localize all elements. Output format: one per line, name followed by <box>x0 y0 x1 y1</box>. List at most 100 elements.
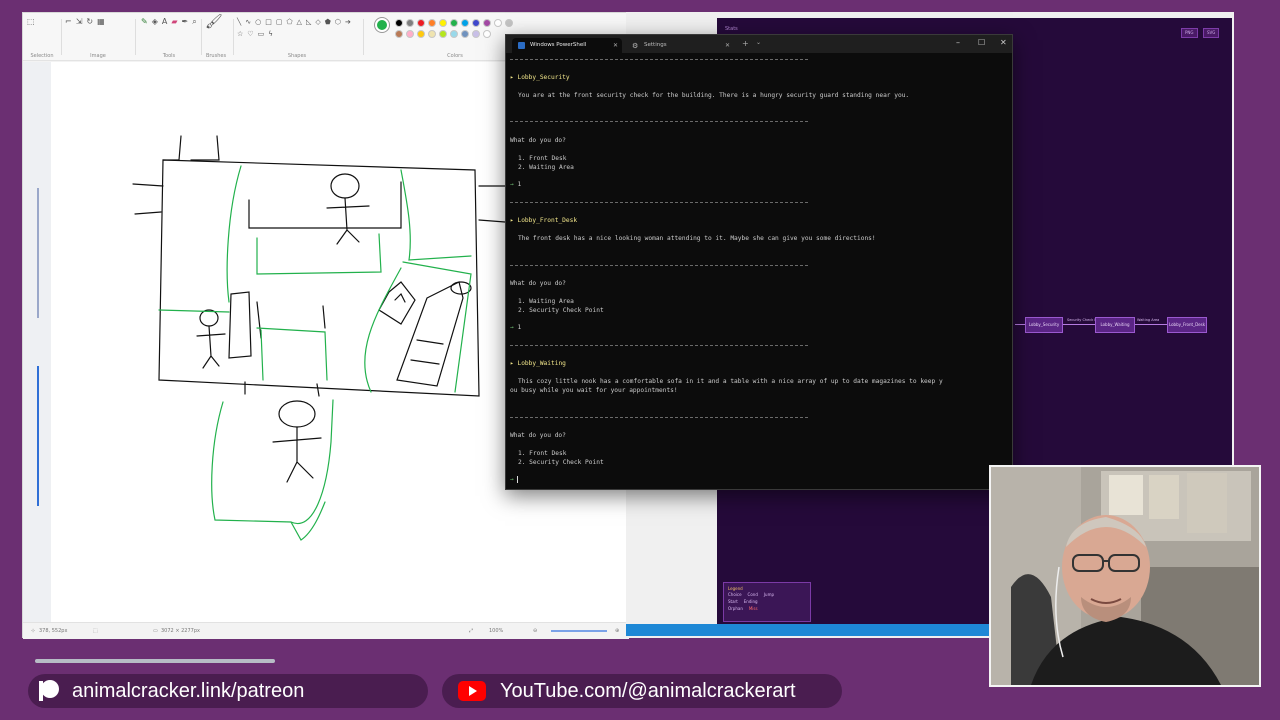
graph-legend: Legend Choice Cond Jump Start Ending Orp… <box>723 582 811 622</box>
shapes-group[interactable]: ╲ ∿ ○ □ ▢ ⬠ △ ◺ ◇ ⬟ ⬡ ➔ ☆ ♡ ▭ ϟ Shapes <box>237 17 357 59</box>
ribbon-divider <box>135 19 136 55</box>
stats-label[interactable]: Stats <box>725 26 738 32</box>
select-icon[interactable]: ⬚ <box>27 17 35 27</box>
image-select-icon[interactable]: ▦ <box>97 17 105 27</box>
maximize-icon[interactable]: ☐ <box>978 38 985 47</box>
eraser-icon[interactable]: ▰ <box>171 17 177 27</box>
brush-size-slider[interactable] <box>29 172 47 517</box>
powershell-window[interactable]: Windows PowerShell ✕ ⚙ Settings ✕ + ⌄ – … <box>505 34 1013 493</box>
callout-shape-icon[interactable]: ▭ <box>258 29 265 39</box>
brushes-group[interactable]: 🖌 Brushes <box>205 15 227 59</box>
selection-label: Selection <box>30 53 54 59</box>
graph-edge <box>1015 324 1025 325</box>
chevron-down-icon[interactable]: ⌄ <box>756 39 761 46</box>
magnifier-icon[interactable]: ⌕ <box>192 17 196 27</box>
room-header: ▸ Lobby_Waiting <box>510 360 566 367</box>
polygon-shape-icon[interactable]: ⬠ <box>286 17 292 27</box>
divider <box>510 417 808 418</box>
zoom-out-icon[interactable]: ⊖ <box>533 628 537 634</box>
legend-item: Orphan <box>728 606 743 611</box>
youtube-banner[interactable]: YouTube.com/@animalcrackerart <box>442 674 842 708</box>
color-picker-icon[interactable]: ✒ <box>182 17 189 27</box>
brushes-label: Brushes <box>205 53 227 59</box>
roundrect-shape-icon[interactable]: ▢ <box>276 17 283 27</box>
rotate-icon[interactable]: ↻ <box>86 17 93 27</box>
legend-item: Start <box>728 599 738 604</box>
tab-settings[interactable]: ⚙ Settings ✕ <box>626 38 734 53</box>
room-description: The front desk has a nice looking woman … <box>518 235 876 242</box>
zoom-slider[interactable] <box>551 630 607 632</box>
cursor-position: 378, 552px <box>39 628 68 634</box>
room-marker-icon: ▸ <box>510 360 514 367</box>
option: 1. Front Desk <box>518 155 567 162</box>
ribbon-divider <box>233 19 234 55</box>
option: 1. Waiting Area <box>518 298 574 305</box>
fit-icon[interactable]: ⤢ <box>469 628 473 634</box>
option: 2. Security Check Point <box>518 459 604 466</box>
tab-powershell[interactable]: Windows PowerShell ✕ <box>512 38 622 53</box>
ribbon-divider <box>201 19 202 55</box>
ribbon-divider <box>61 19 62 55</box>
terminal-titlebar[interactable]: Windows PowerShell ✕ ⚙ Settings ✕ + ⌄ – … <box>506 35 1012 53</box>
diamond-shape-icon[interactable]: ◇ <box>315 17 320 27</box>
fill-icon[interactable]: ◈ <box>152 17 158 27</box>
hexagon-shape-icon[interactable]: ⬡ <box>335 17 341 27</box>
crop-icon[interactable]: ⌐ <box>65 17 72 27</box>
lightning-shape-icon[interactable]: ϟ <box>268 29 273 39</box>
close-tab-icon[interactable]: ✕ <box>725 38 730 53</box>
current-color-swatch[interactable] <box>375 18 389 32</box>
webcam-feed <box>989 465 1261 687</box>
selection-group[interactable]: ⬚ Selection <box>27 17 57 59</box>
youtube-link[interactable]: YouTube.com/@animalcrackerart <box>500 674 796 708</box>
zoom-in-icon[interactable]: ⊕ <box>615 628 619 634</box>
close-tab-icon[interactable]: ✕ <box>613 38 618 53</box>
pentagon-shape-icon[interactable]: ⬟ <box>325 17 331 27</box>
tools-group[interactable]: ✎ ◈ A ▰ ✒ ⌕ Tools <box>141 17 197 59</box>
graph-edge <box>1135 324 1167 325</box>
heart-shape-icon[interactable]: ♡ <box>247 29 253 39</box>
righttri-shape-icon[interactable]: ◺ <box>306 17 311 27</box>
question: What do you do? <box>510 432 566 439</box>
gear-icon: ⚙ <box>632 42 639 50</box>
legend-item: Miss <box>748 606 758 611</box>
legend-item: Choice <box>728 592 742 597</box>
webcam-image <box>991 467 1259 685</box>
patreon-banner[interactable]: animalcracker.link/patreon <box>28 674 428 708</box>
curve-shape-icon[interactable]: ∿ <box>245 17 251 27</box>
image-group[interactable]: ⌐ ⇲ ↻ ▦ Image <box>65 17 131 59</box>
divider <box>510 345 808 346</box>
colors-label: Colors <box>447 53 463 59</box>
graph-node[interactable]: Lobby_Waiting <box>1095 317 1135 333</box>
triangle-shape-icon[interactable]: △ <box>297 17 302 27</box>
patreon-link[interactable]: animalcracker.link/patreon <box>72 674 304 708</box>
input-line[interactable]: → <box>510 476 523 483</box>
pencil-icon[interactable]: ✎ <box>141 17 148 27</box>
zoom-level[interactable]: 100% <box>489 628 503 634</box>
star-shape-icon[interactable]: ☆ <box>237 29 243 39</box>
close-icon[interactable]: ✕ <box>1000 38 1007 47</box>
patreon-icon <box>39 680 59 701</box>
line-shape-icon[interactable]: ╲ <box>237 17 241 27</box>
oval-shape-icon[interactable]: ○ <box>255 17 261 27</box>
opacity-track[interactable] <box>37 366 39 506</box>
resize-icon[interactable]: ⇲ <box>76 17 83 27</box>
room-description: This cozy little nook has a comfortable … <box>518 378 943 385</box>
terminal-output[interactable]: ▸ Lobby_Security You are at the front se… <box>508 55 1008 493</box>
legend-item: Jump <box>763 592 775 597</box>
image-label: Image <box>90 53 106 59</box>
graph-node[interactable]: Lobby_Front_Desk <box>1167 317 1207 333</box>
graph-node[interactable]: Lobby_Security <box>1025 317 1063 333</box>
size-track[interactable] <box>37 188 39 318</box>
edge-label: Waiting Area <box>1137 318 1160 322</box>
brush-icon[interactable]: 🖌 <box>205 15 223 29</box>
divider <box>510 202 808 203</box>
text-icon[interactable]: A <box>162 17 167 27</box>
export-png-button[interactable]: PNG <box>1181 28 1198 38</box>
minimize-icon[interactable]: – <box>956 38 960 47</box>
arrow-shape-icon[interactable]: ➔ <box>345 17 351 27</box>
horizontal-scrollbar[interactable] <box>35 659 275 663</box>
new-tab-icon[interactable]: + <box>742 39 749 48</box>
rect-shape-icon[interactable]: □ <box>265 17 272 27</box>
room-description: You are at the front security check for … <box>518 92 910 99</box>
export-svg-button[interactable]: SVG <box>1203 28 1220 38</box>
